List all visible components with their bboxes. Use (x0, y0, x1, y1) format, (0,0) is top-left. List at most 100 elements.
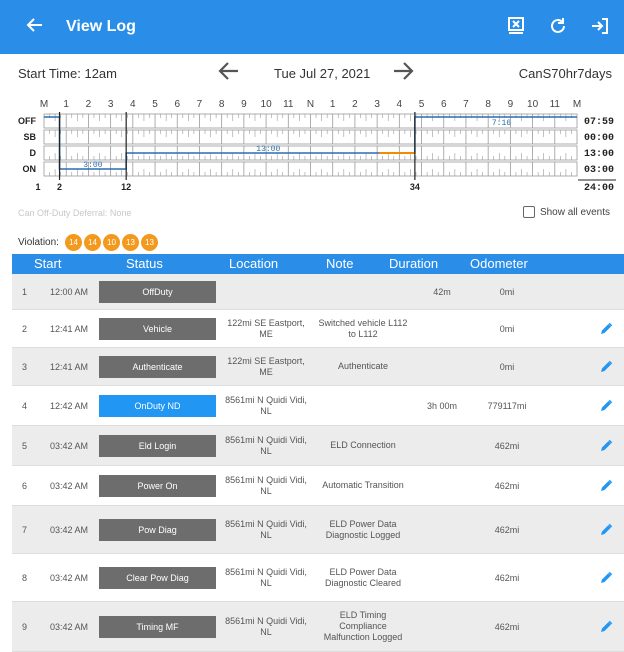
show-all-events-toggle[interactable]: Show all events (522, 206, 610, 218)
log-date: Tue Jul 27, 2021 (274, 66, 371, 81)
cycle-rule: CanS70hr7days (518, 66, 612, 81)
row-odometer: 779117mi (487, 400, 527, 411)
violation-badge[interactable]: 13 (140, 234, 158, 251)
edit-pencil-icon[interactable] (596, 348, 616, 385)
table-row[interactable]: 8 03:42 AM Clear Pow Diag 8561mi N Quidi Vi… (12, 554, 624, 602)
edit-pencil-icon[interactable] (596, 386, 616, 425)
status-pill[interactable]: Timing MF (99, 615, 216, 638)
violation-badge[interactable]: 13 (121, 234, 139, 251)
table-row[interactable]: 2 12:41 AM Vehicle 122mi SE Eastport, ME Swi… (12, 310, 624, 348)
row-odometer: 462mi (494, 572, 520, 583)
hour-label: 10 (261, 99, 273, 110)
row-status-cell: Authenticate (99, 348, 216, 385)
hour-label: 4 (130, 99, 136, 110)
edit-pencil-icon[interactable] (596, 426, 616, 465)
row-index: 1 (22, 286, 28, 297)
table-row[interactable]: 3 12:41 AM Authenticate 122mi SE Eastport, … (12, 348, 624, 386)
status-pill[interactable]: OffDuty (99, 280, 216, 303)
row-start-time: 03:42 AM (50, 480, 89, 491)
table-row[interactable]: 6 03:42 AM Power On 8561mi N Quidi Vidi, NL… (12, 466, 624, 506)
annotation-d: 13:00 (256, 145, 280, 154)
row-status-cell: OnDuty ND (99, 386, 216, 425)
status-pill[interactable]: Authenticate (99, 355, 216, 378)
hour-label: 4 (397, 99, 403, 110)
row-location: 122mi SE Eastport, ME (227, 355, 305, 377)
status-pill[interactable]: Clear Pow Diag (99, 566, 216, 589)
logout-icon[interactable] (588, 14, 612, 38)
violation-badge[interactable]: 10 (102, 234, 120, 251)
row-index: 2 (22, 323, 28, 334)
duty-status-graph[interactable]: M 1 2 3 4 5 6 7 8 9 10 11 N 1 2 3 4 5 6 7 8 9 10 11 MOFFSBDON07:… (0, 92, 624, 200)
event-marker: 12 (121, 182, 131, 192)
table-header: Start Status Location Note Duration Odom… (12, 254, 624, 274)
status-pill[interactable]: Power On (99, 474, 216, 497)
row-location: 8561mi N Quidi Vidi, NL (225, 474, 307, 496)
row-start-time: 03:42 AM (50, 440, 89, 451)
date-nav: Start Time: 12am Tue Jul 27, 2021 CanS70… (0, 54, 624, 92)
hour-label: 3 (374, 99, 380, 110)
app-bar: View Log (0, 0, 624, 54)
grand-total: 24:00 (584, 183, 614, 194)
back-arrow-icon[interactable] (26, 16, 50, 38)
edit-pencil-icon[interactable] (596, 310, 616, 347)
status-pill[interactable]: OnDuty ND (99, 394, 216, 417)
status-row-label: OFF (18, 116, 36, 126)
prev-day-icon[interactable] (216, 58, 242, 91)
row-odometer: 0mi (499, 323, 515, 334)
col-location: Location (229, 256, 279, 271)
next-day-icon[interactable] (390, 58, 416, 91)
row-start-time: 03:42 AM (50, 621, 89, 632)
row-total: 13:00 (584, 149, 614, 160)
hour-label: 10 (527, 99, 539, 110)
row-start-time: 03:42 AM (50, 524, 89, 535)
row-start-time: 12:41 AM (50, 361, 89, 372)
annotation-on: 3:00 (83, 161, 102, 170)
hour-label: 6 (441, 99, 447, 110)
table-row[interactable]: 5 03:42 AM Eld Login 8561mi N Quidi Vidi, N… (12, 426, 624, 466)
status-pill[interactable]: Vehicle (99, 317, 216, 340)
event-marker: 34 (410, 182, 420, 192)
edit-pencil-icon[interactable] (596, 506, 616, 553)
hour-label: 1 (330, 99, 336, 110)
refresh-icon[interactable] (546, 14, 570, 38)
violations-label: Violation: (18, 237, 59, 248)
row-note (315, 386, 411, 425)
status-pill[interactable]: Pow Diag (99, 518, 216, 541)
violation-badge[interactable]: 14 (64, 234, 82, 251)
row-index: 9 (22, 621, 28, 632)
row-odometer: 462mi (494, 524, 520, 535)
col-odometer: Odometer (470, 256, 528, 271)
row-note: Switched vehicle L112 to L112 (318, 317, 408, 339)
event-marker: 1 (35, 182, 40, 192)
edit-pencil-icon[interactable] (596, 602, 616, 651)
export-log-icon[interactable] (504, 14, 528, 38)
table-row[interactable]: 1 12:00 AM OffDuty 42m 0mi (12, 274, 624, 310)
row-status-cell: Eld Login (99, 426, 216, 465)
row-status-cell: Clear Pow Diag (99, 554, 216, 601)
row-location: 8561mi N Quidi Vidi, NL (225, 434, 307, 456)
violations: Violation: 14 14 10 13 13 (18, 234, 158, 251)
edit-pencil-icon[interactable] (596, 466, 616, 505)
hour-label: 1 (63, 99, 69, 110)
row-start-time: 12:00 AM (50, 286, 89, 297)
row-location: 8561mi N Quidi Vidi, NL (225, 518, 307, 540)
event-table: 1 12:00 AM OffDuty 42m 0mi 2 12:41 AM Vehicle 12… (12, 274, 624, 652)
col-status: Status (126, 256, 163, 271)
table-row[interactable]: 9 03:42 AM Timing MF 8561mi N Quidi Vidi, N… (12, 602, 624, 652)
row-note (315, 274, 411, 309)
row-odometer: 462mi (494, 440, 520, 451)
hour-label: 11 (283, 99, 294, 110)
row-duration (411, 348, 473, 385)
hour-label: 11 (550, 99, 561, 110)
hour-label: N (307, 99, 314, 110)
hour-label: 8 (485, 99, 491, 110)
edit-pencil-icon[interactable] (596, 554, 616, 601)
status-pill[interactable]: Eld Login (99, 434, 216, 457)
row-location: 122mi SE Eastport, ME (227, 317, 305, 339)
checkbox-icon[interactable] (522, 206, 535, 218)
table-row[interactable]: 4 12:42 AM OnDuty ND 8561mi N Quidi Vidi, N… (12, 386, 624, 426)
hour-label: 9 (508, 99, 514, 110)
violation-badge[interactable]: 14 (83, 234, 101, 251)
table-row[interactable]: 7 03:42 AM Pow Diag 8561mi N Quidi Vidi, NL… (12, 506, 624, 554)
event-marker: 2 (57, 182, 62, 192)
